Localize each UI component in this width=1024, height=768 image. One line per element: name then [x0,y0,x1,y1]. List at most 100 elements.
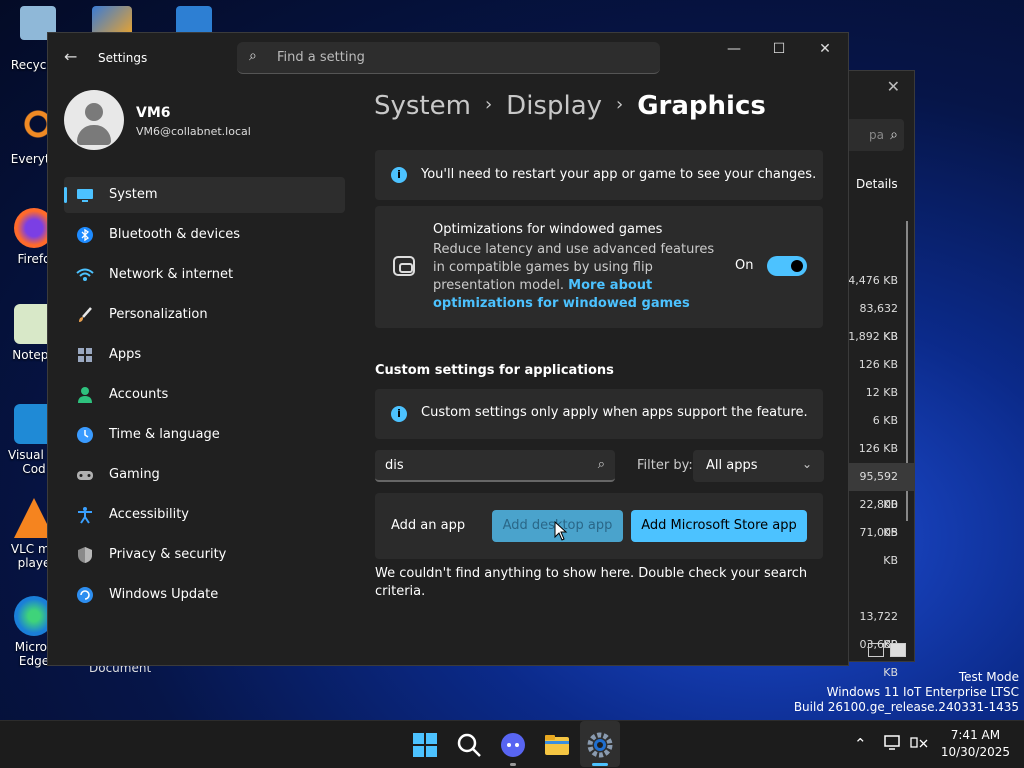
background-search[interactable]: pa ⌕ [846,119,904,151]
details-view-icon[interactable] [868,643,884,657]
minimize-button[interactable]: — [719,41,749,57]
windowed-games-card: Optimizations for windowed games Reduce … [375,206,823,328]
search-icon[interactable] [455,731,483,759]
clock-date: 10/30/2025 [940,745,1010,759]
app-title: Settings [98,51,148,65]
memory-value: 71,005 KB [859,526,899,567]
brush-icon [79,307,92,322]
toggle-state-label: On [735,258,754,273]
custom-notice-card: i Custom settings only apply when apps s… [375,389,823,439]
app-search-input[interactable]: dis ⌕ [375,450,615,482]
taskbar-clock[interactable]: 7:41 AM 10/30/2025 [941,727,1010,761]
accessibility-icon [78,507,92,524]
restart-notice-card: i You'll need to restart your app or gam… [375,150,823,200]
windowed-games-toggle[interactable] [767,256,807,276]
memory-values: 4,476 KB 83,632 KB 1,892 KB 126 KB 12 KB… [846,267,914,679]
filter-value: All apps [706,458,758,473]
memory-value: 126 KB [858,358,898,371]
clock-time: 7:41 AM [950,728,1001,742]
sidebar-item-windows-update[interactable]: Windows Update [64,577,345,613]
game-window-icon [393,256,415,276]
close-button[interactable]: ✕ [810,41,840,57]
discord-icon[interactable] [499,731,527,759]
person-icon [78,387,92,403]
filter-dropdown[interactable]: All apps ⌄ [693,450,824,482]
windowed-games-title: Optimizations for windowed games [433,222,663,237]
sidebar-item-gaming[interactable]: Gaming [64,457,345,493]
background-window[interactable]: ✕ pa ⌕ Details 4,476 KB 83,632 KB 1,892 … [845,70,915,679]
sidebar-item-system[interactable]: System [64,177,345,213]
monitor-icon [77,189,93,202]
sidebar-item-label: System [109,187,158,202]
watermark-line: Test Mode [958,670,1019,684]
custom-notice-text: Custom settings only apply when apps sup… [421,405,808,420]
settings-window: ← Settings ⌕ Find a setting — ☐ ✕ VM6 VM… [47,32,849,666]
running-indicator [510,763,516,766]
empty-results-message: We couldn't find anything to show here. … [375,566,808,599]
search-icon: ⌕ [249,48,257,64]
windowed-games-description: Reduce latency and use advanced features… [433,241,723,313]
watermark-line: Build 26100.ge_release.240331-1435 [793,700,1019,714]
tiles-view-icon[interactable] [890,643,906,657]
close-icon[interactable]: ✕ [887,77,900,96]
info-icon: i [391,406,407,422]
active-app-indicator [592,763,608,766]
find-setting-search[interactable]: ⌕ Find a setting [237,42,660,74]
sidebar-item-label: Bluetooth & devices [109,227,240,242]
shield-icon [78,547,92,563]
page-title: Graphics [637,91,766,121]
breadcrumb-system[interactable]: System [374,91,471,121]
add-store-app-button[interactable]: Add Microsoft Store app [631,510,807,542]
memory-value: 4,476 KB [848,274,898,287]
sidebar-nav: System Bluetooth & devices Network & int… [64,177,345,617]
sidebar-item-apps[interactable]: Apps [64,337,345,373]
network-volume-icon[interactable] [910,735,930,751]
avatar[interactable] [64,90,124,150]
search-icon: ⌕ [597,457,605,472]
title-bar[interactable]: ← Settings ⌕ Find a setting — ☐ ✕ [48,33,848,83]
back-arrow-icon[interactable]: ← [64,47,77,66]
memory-value: 6 KB [872,414,898,427]
sidebar-item-accessibility[interactable]: Accessibility [64,497,345,533]
taskbar: ⌃ 7:41 AM 10/30/2025 [0,720,1024,768]
watermark-line: Windows 11 IoT Enterprise LTSC [826,685,1019,699]
chevron-up-icon[interactable]: ⌃ [854,735,867,753]
memory-value: 22,800 KB [859,498,899,539]
user-email: VM6@collabnet.local [136,125,251,138]
add-app-card: Add an app Add desktop app Add Microsoft… [375,493,823,559]
memory-value: 83,632 KB [859,302,899,343]
display-icon[interactable] [884,735,902,751]
sidebar-item-label: Network & internet [109,267,234,282]
gamepad-icon [77,471,93,480]
sidebar-item-privacy[interactable]: Privacy & security [64,537,345,573]
file-explorer-icon[interactable] [543,731,571,759]
chevron-right-icon: › [616,94,624,115]
memory-value: 12 KB [865,386,898,399]
maximize-button[interactable]: ☐ [764,41,794,57]
sidebar-item-label: Gaming [109,467,160,482]
filter-label: Filter by: [637,458,693,473]
memory-value: 126 KB [858,442,898,455]
windows-start-icon[interactable] [411,731,439,759]
settings-gear-icon[interactable] [586,731,614,759]
memory-value: 1,892 KB [848,330,898,343]
chevron-right-icon: › [484,94,493,115]
sidebar-item-label: Accounts [109,387,169,402]
apps-icon [78,348,92,362]
sidebar-item-label: Time & language [109,427,220,442]
user-name: VM6 [136,105,171,121]
background-search-text: pa [869,128,884,142]
search-icon: ⌕ [890,127,898,143]
sidebar-item-network[interactable]: Network & internet [64,257,345,293]
breadcrumb-display[interactable]: Display [506,91,602,121]
avatar-body [77,125,111,145]
info-icon: i [391,167,407,183]
details-tab[interactable]: Details [856,177,898,191]
sidebar-item-time-language[interactable]: Time & language [64,417,345,453]
sidebar-item-label: Accessibility [109,507,189,522]
sidebar-item-bluetooth[interactable]: Bluetooth & devices [64,217,345,253]
chevron-down-icon: ⌄ [801,457,812,471]
app-search-value: dis [385,458,404,473]
sidebar-item-personalization[interactable]: Personalization [64,297,345,333]
sidebar-item-accounts[interactable]: Accounts [64,377,345,413]
